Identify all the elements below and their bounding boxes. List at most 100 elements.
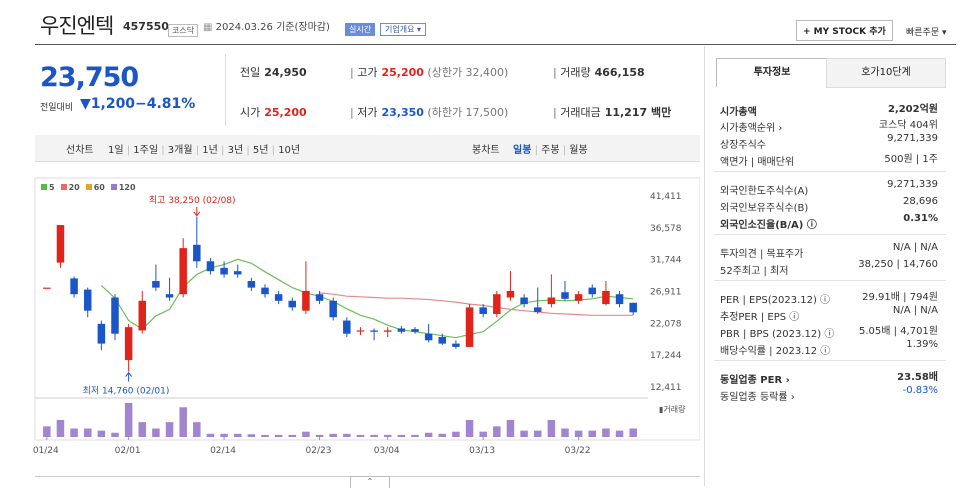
volume-bar <box>370 434 378 437</box>
volume-bar <box>43 426 51 437</box>
candle-body <box>370 330 378 332</box>
candle-body <box>615 294 624 305</box>
volume-bar <box>479 431 487 437</box>
volume-bar <box>124 403 133 437</box>
volume-bar <box>561 428 569 437</box>
info-row[interactable]: 동일업종 등락률 › -0.83% <box>720 385 938 403</box>
max-annotation: 최고 38,250 (02/08) <box>149 195 236 206</box>
volume-bar <box>465 420 474 437</box>
chevron-up-icon: ⌃ <box>366 477 374 486</box>
info-value: 500원 | 1주 <box>884 154 938 165</box>
min-annotation: 최저 14,760 (02/01) <box>83 386 170 397</box>
info-value: 28,696 <box>903 196 938 207</box>
x-tick-label: 03/04 <box>374 446 400 456</box>
volume-bar <box>315 434 324 437</box>
candle-body <box>424 333 433 341</box>
x-tick-label: 01/24 <box>33 446 59 456</box>
volume-bar <box>533 430 542 437</box>
x-tick-label: 03/13 <box>469 446 495 456</box>
candle-body <box>356 330 365 332</box>
volume-bar <box>138 422 147 437</box>
info-value: 29.91배 | 794원 <box>862 292 938 303</box>
my-stock-add-button[interactable]: + MY STOCK 추가 <box>796 20 893 41</box>
candle-body <box>465 307 474 347</box>
info-value: 1.39% <box>906 339 938 350</box>
candle-body <box>56 225 65 263</box>
candle-body <box>411 329 419 332</box>
info-row[interactable]: 시가총액순위 › 코스닥 404위 <box>720 116 938 134</box>
volume-bar <box>520 430 528 437</box>
candlestick-chart[interactable]: 41,411 36,578 31,744 26,911 22,078 17,244 12,4… <box>0 0 700 489</box>
quick-order-button[interactable]: 빠른주문 ▾ <box>906 25 947 38</box>
info-label: 액면가 | 매매단위 <box>720 157 795 168</box>
volume-bar <box>615 430 624 437</box>
candle-body <box>574 294 583 301</box>
info-value: 0.31% <box>903 213 938 224</box>
volume-bar <box>411 434 419 437</box>
info-value: N/A | N/A <box>892 242 938 253</box>
x-tick-label: 02/23 <box>306 446 332 456</box>
info-row: 외국인한도주식수(A) 9,271,339 <box>720 179 938 197</box>
info-row: PBR | BPS (2023.12) ⓘ 5.05배 | 4,701원 <box>720 322 938 340</box>
volume-bar <box>493 426 501 437</box>
candle-body <box>588 287 597 295</box>
x-tick-label: 02/01 <box>115 446 141 456</box>
candle-body <box>274 294 283 301</box>
candle-body <box>70 278 78 295</box>
volume-bar <box>206 433 215 437</box>
volume-bar <box>397 434 406 437</box>
candle-body <box>193 244 201 262</box>
candle-body <box>479 307 487 314</box>
y-tick-label: 36,578 <box>650 224 682 234</box>
candle-body <box>206 261 215 272</box>
info-row: 시가총액 2,202억원 <box>720 100 938 118</box>
candle-body <box>247 281 256 288</box>
y-tick-label: 22,078 <box>650 319 682 329</box>
volume-bar <box>574 430 583 437</box>
candle-body <box>561 292 569 299</box>
info-row: 상장주식수 9,271,339 <box>720 133 938 151</box>
y-tick-label: 41,411 <box>650 192 682 202</box>
chart-frame <box>34 177 700 441</box>
volume-bar <box>329 433 337 437</box>
x-tick-label: 02/14 <box>210 446 236 456</box>
candle-body <box>111 297 119 334</box>
volume-bar <box>424 432 433 437</box>
candle-body <box>629 302 637 313</box>
volume-bar <box>97 430 106 437</box>
volume-bar <box>383 434 392 437</box>
info-row: 52주최고 | 최저 38,250 | 14,760 <box>720 259 938 277</box>
volume-bar <box>247 434 256 437</box>
candle-body <box>520 297 528 305</box>
candle-body <box>152 281 160 288</box>
candle-body <box>261 287 269 295</box>
info-label: 외국인소진율(B/A) ⓘ <box>720 220 817 231</box>
info-value: -0.83% <box>902 385 938 396</box>
candle-body <box>233 271 242 275</box>
collapse-button[interactable]: ⌃ <box>350 476 390 488</box>
volume-bar <box>343 433 351 437</box>
volume-bar <box>165 422 174 437</box>
candle-body <box>397 328 406 332</box>
candle-body <box>383 330 392 332</box>
info-value: 코스닥 404위 <box>878 120 938 131</box>
tab-investment-info[interactable]: 투자정보 <box>716 58 828 87</box>
volume-bar <box>83 428 92 437</box>
info-row: 추정PER | EPS ⓘ N/A | N/A <box>720 305 938 323</box>
info-row: 외국인소진율(B/A) ⓘ 0.31% <box>720 213 938 231</box>
volume-bar <box>152 428 160 437</box>
info-value: 5.05배 | 4,701원 <box>858 326 938 337</box>
info-row[interactable]: 동일업종 PER › 23.58배 <box>720 368 938 386</box>
volume-bar <box>629 428 637 437</box>
candle-body <box>506 290 515 298</box>
volume-bar <box>547 420 556 437</box>
candle-body <box>138 300 147 331</box>
info-value: 9,271,339 <box>887 179 938 190</box>
candle-body <box>124 327 133 361</box>
info-row: 배당수익률 | 2023.12 ⓘ 1.39% <box>720 339 938 357</box>
tab-order-book[interactable]: 호가10단계 <box>826 58 946 88</box>
info-value: 2,202억원 <box>887 104 938 115</box>
volume-bar <box>452 431 460 437</box>
x-tick-label: 03/22 <box>565 446 591 456</box>
y-tick-label: 12,411 <box>650 383 682 393</box>
